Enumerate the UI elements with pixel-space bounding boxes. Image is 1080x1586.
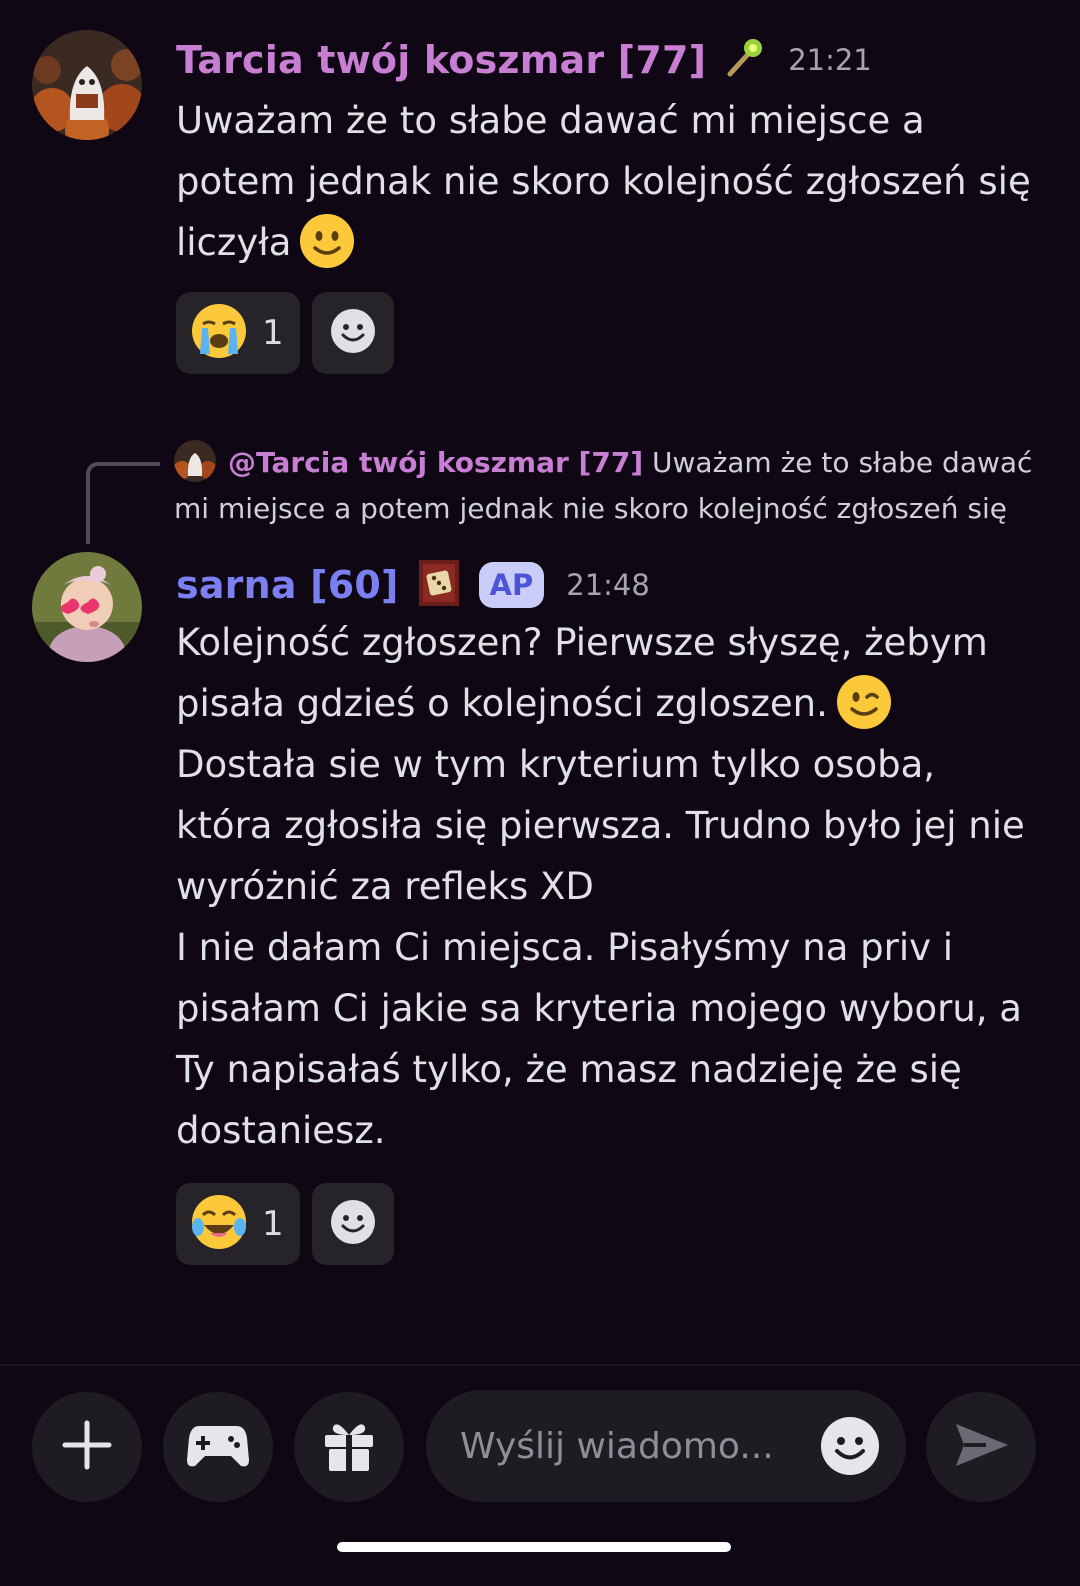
reply-mention[interactable]: @Tarcia twój koszmar [77] bbox=[228, 446, 643, 479]
message-line: dostaniesz. bbox=[176, 1109, 386, 1152]
activities-button[interactable] bbox=[163, 1392, 273, 1502]
message-line: Uważam że to słabe dawać mi miejsce a bbox=[176, 99, 925, 142]
message-line: Ty napisałaś tylko, że masz nadzieję że … bbox=[176, 1048, 962, 1091]
avatar[interactable] bbox=[32, 30, 142, 140]
ghost-reading-avatar-icon bbox=[32, 30, 142, 140]
home-indicator bbox=[337, 1542, 731, 1552]
message-line: potem jednak nie skoro kolejność zgłosze… bbox=[176, 160, 1031, 203]
timestamp: 21:48 bbox=[566, 568, 650, 602]
message-header: sarna [60] AP 21:48 bbox=[176, 558, 650, 612]
message-line: która zgłosiła się pierwsza. Trudno było… bbox=[176, 804, 1025, 847]
timestamp: 21:21 bbox=[788, 43, 872, 77]
plus-icon bbox=[59, 1417, 115, 1477]
reaction-count: 1 bbox=[262, 313, 284, 353]
gamepad-icon bbox=[187, 1420, 249, 1474]
avatar[interactable] bbox=[32, 552, 142, 662]
role-tag[interactable]: AP bbox=[478, 562, 545, 608]
reply-preview[interactable]: @Tarcia twój koszmar [77] Uważam że to s… bbox=[174, 440, 1054, 532]
reply-connector bbox=[86, 462, 160, 544]
gift-icon bbox=[321, 1417, 377, 1477]
reaction-count: 1 bbox=[262, 1204, 284, 1244]
send-button[interactable] bbox=[926, 1392, 1036, 1502]
message-line: Dostała sie w tym kryterium tylko osoba, bbox=[176, 743, 936, 786]
reply-line: mi miejsce a potem jednak nie skoro kole… bbox=[174, 492, 1007, 525]
message-input[interactable]: Wyślij wiadomo... bbox=[426, 1390, 906, 1502]
message-line: wyróżnić za refleks XD bbox=[176, 865, 594, 908]
message-line: pisałam Ci jakie sa kryteria mojego wybo… bbox=[176, 987, 1022, 1030]
add-reaction-button[interactable] bbox=[311, 1183, 394, 1265]
winking-face-emoji-icon bbox=[836, 674, 892, 730]
face-with-tears-of-joy-icon bbox=[190, 1193, 248, 1255]
add-reaction-button[interactable] bbox=[311, 292, 394, 374]
message-line: Kolejność zgłoszen? Pierwsze słyszę, żeb… bbox=[176, 621, 988, 664]
loudly-crying-face-icon bbox=[190, 302, 248, 364]
reaction-laughing[interactable]: 1 bbox=[176, 1183, 300, 1265]
reply-avatar bbox=[174, 440, 216, 482]
message-line: I nie dałam Ci miejsca. Pisałyśmy na pri… bbox=[176, 926, 954, 969]
magic-wand-icon bbox=[722, 36, 766, 84]
child-with-heart-glasses-avatar-icon bbox=[32, 552, 142, 662]
message-text: Uważam że to słabe dawać mi miejsce a po… bbox=[176, 90, 1056, 273]
dice-icon bbox=[415, 558, 463, 612]
slightly-smiling-face-emoji-icon bbox=[299, 213, 355, 269]
message-input-placeholder: Wyślij wiadomo... bbox=[460, 1425, 774, 1467]
gift-button[interactable] bbox=[294, 1392, 404, 1502]
username[interactable]: Tarcia twój koszmar [77] bbox=[176, 38, 706, 82]
message-line: liczyła bbox=[176, 212, 1056, 273]
message-line: pisała gdzieś o kolejności zgloszen. bbox=[176, 673, 1056, 734]
send-icon bbox=[952, 1420, 1010, 1474]
reaction-crying[interactable]: 1 bbox=[176, 292, 300, 374]
attach-button[interactable] bbox=[32, 1392, 142, 1502]
message-text: Kolejność zgłoszen? Pierwsze słyszę, żeb… bbox=[176, 612, 1056, 1161]
message-header: Tarcia twój koszmar [77] 21:21 bbox=[176, 36, 872, 84]
emoji-icon[interactable] bbox=[820, 1416, 880, 1480]
reactions: 1 bbox=[176, 292, 394, 374]
add-reaction-icon bbox=[329, 1198, 377, 1250]
composer-divider bbox=[0, 1364, 1080, 1366]
reactions: 1 bbox=[176, 1183, 394, 1265]
reply-line: @Tarcia twój koszmar [77] Uważam że to s… bbox=[174, 440, 1054, 486]
username[interactable]: sarna [60] bbox=[176, 563, 399, 607]
add-reaction-icon bbox=[329, 307, 377, 359]
